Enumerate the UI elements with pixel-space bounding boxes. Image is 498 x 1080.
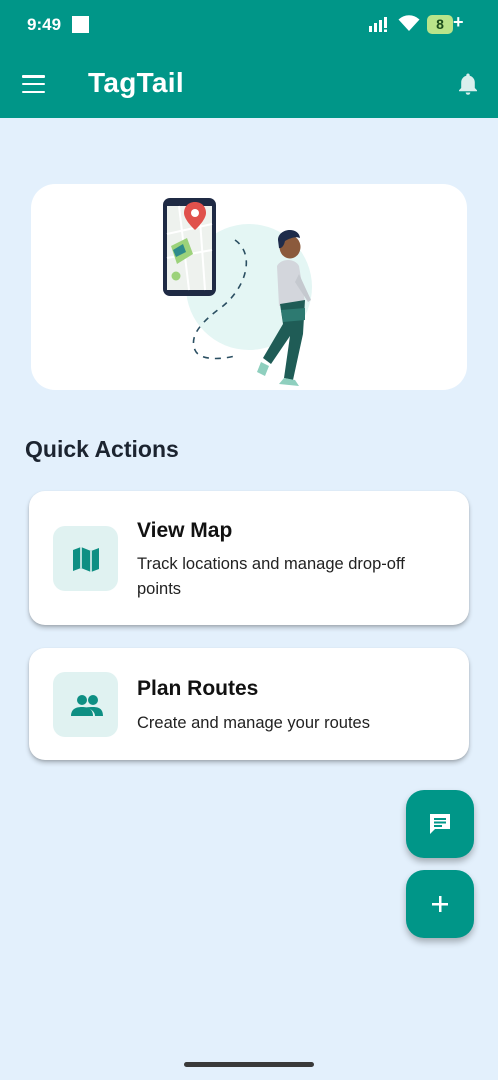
people-icon [71,695,103,716]
hero-card [31,184,467,390]
battery-icon: 8 [427,15,453,34]
home-indicator[interactable] [184,1062,314,1067]
card-title: Plan Routes [137,677,259,700]
add-icon [432,896,448,912]
card-description: Create and manage your routes [137,714,370,732]
chat-icon [430,814,450,834]
charging-indicator: + [453,12,464,32]
status-time: 9:49 [27,15,62,34]
section-title-quick-actions: Quick Actions [25,436,179,462]
map-icon [73,547,99,572]
hero-illustration [163,198,312,386]
bell-icon[interactable] [457,72,479,96]
view-map-card[interactable]: View Map Track locations and manage drop… [29,491,469,625]
chat-fab-button[interactable] [406,790,474,858]
signal-icon [369,17,387,32]
card-description: Track locations and manage drop-off poin… [137,555,405,598]
icon-tile [53,526,118,591]
menu-icon[interactable] [22,75,46,94]
status-bar: 9:49 8 + [0,0,498,50]
add-fab-button[interactable] [406,870,474,938]
wifi-icon [398,15,420,31]
icon-tile [53,672,118,737]
plan-routes-card[interactable]: Plan Routes Create and manage your route… [29,648,469,760]
card-title: View Map [137,519,233,542]
app-title: TagTail [88,67,184,98]
app-bar: TagTail [0,50,498,118]
notification-square-icon [72,16,89,33]
